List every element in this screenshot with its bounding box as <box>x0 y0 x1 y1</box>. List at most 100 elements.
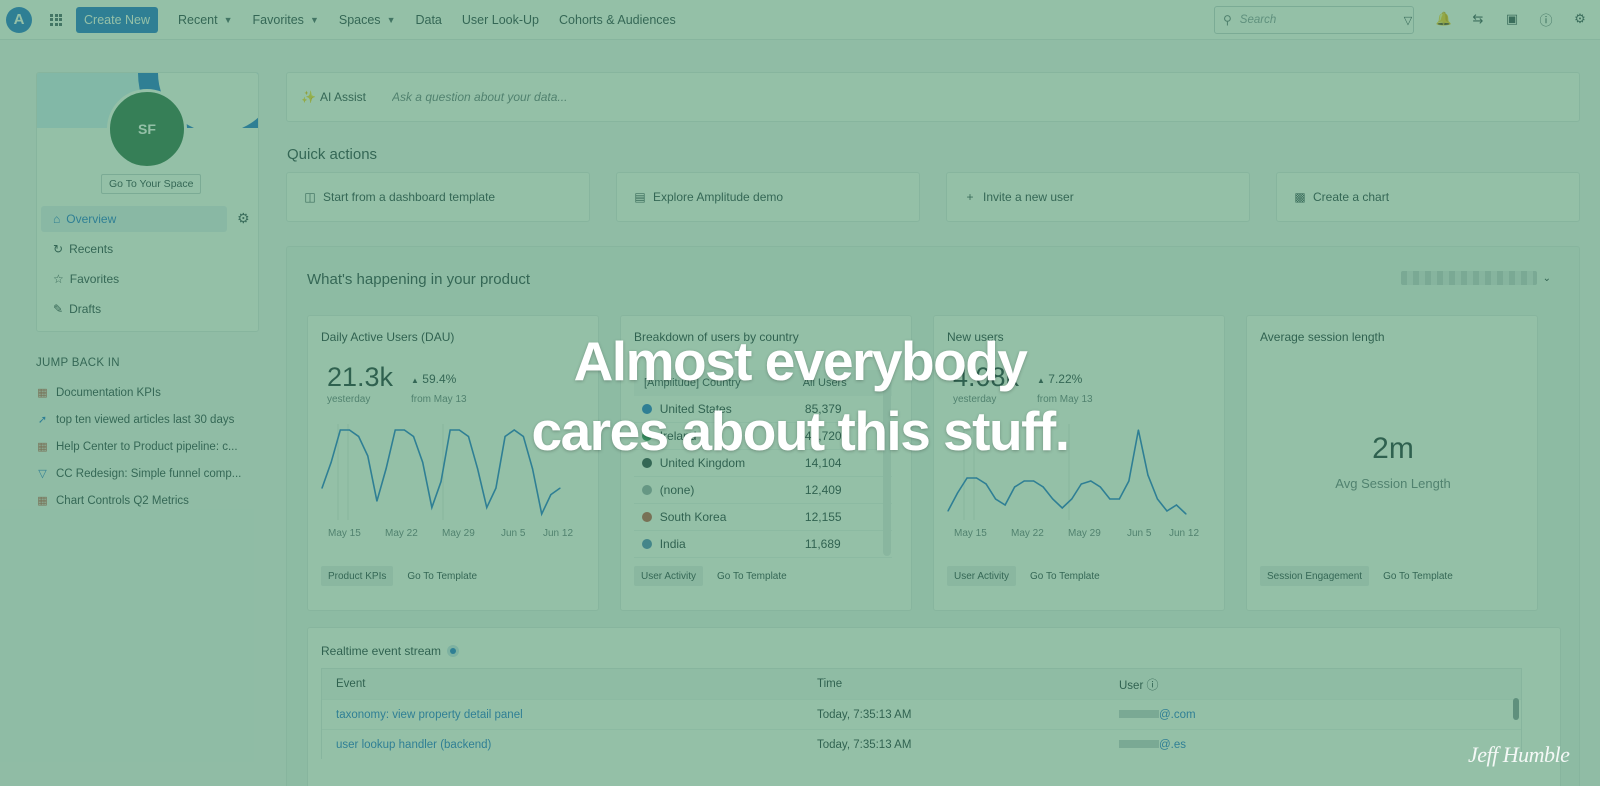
live-indicator-icon <box>447 645 460 657</box>
overlay-caption: Almost everybody cares about this stuff. <box>531 330 1070 462</box>
data-point <box>1014 486 1016 488</box>
legend-dot-icon <box>642 539 652 549</box>
data-point <box>1156 498 1159 500</box>
user-activity-tag[interactable]: User Activity <box>947 566 1017 586</box>
data-point <box>1004 504 1006 506</box>
sidebar-item-drafts[interactable]: ✎ Drafts <box>41 296 227 322</box>
table-row[interactable]: (none) 12,409 <box>634 477 892 504</box>
table-row[interactable]: South Korea 12,155 <box>634 504 892 531</box>
sidebar-item-recents[interactable]: ↻ Recents <box>41 236 227 262</box>
redacted-text <box>1119 740 1159 749</box>
realtime-table: Event Time User ⓘ taxonomy: view propert… <box>321 668 1522 759</box>
data-point <box>440 481 442 483</box>
list-item[interactable]: ▦ Chart Controls Q2 Metrics <box>36 487 261 514</box>
data-point <box>1147 474 1149 476</box>
data-point <box>1099 486 1101 488</box>
data-point <box>1042 486 1044 488</box>
realtime-stream: Realtime event stream Event Time User ⓘ … <box>307 627 1561 786</box>
go-to-template-link[interactable]: Go To Template <box>717 571 787 582</box>
template-icon: ◫ <box>304 190 316 204</box>
data-point <box>1118 498 1120 500</box>
data-point <box>541 513 543 515</box>
data-point <box>486 506 488 509</box>
search-box: ⚲ ▽ <box>1214 6 1414 34</box>
info-icon[interactable]: ⓘ <box>1146 678 1158 692</box>
notifications-icon[interactable]: 🔔 <box>1436 11 1452 27</box>
nav-user-lookup[interactable]: User Look-Up <box>462 13 539 27</box>
project-select[interactable]: ⌄ <box>1400 271 1551 285</box>
settings-gear-icon[interactable]: ⚙ <box>1572 11 1588 27</box>
x-tick-label: May 29 <box>442 528 475 539</box>
apps-grid-icon[interactable] <box>50 13 62 26</box>
data-point <box>1033 480 1035 482</box>
x-tick-label: May 22 <box>1011 528 1044 539</box>
product-panel-title: What's happening in your product <box>307 271 531 288</box>
x-tick-label: May 15 <box>954 528 987 539</box>
nav-favorites[interactable]: Favorites ▼ <box>253 13 319 27</box>
new-users-x-axis: May 15 May 22 May 29 Jun 5 Jun 12 <box>934 528 1226 542</box>
refresh-icon: ↻ <box>53 242 64 256</box>
transfer-icon[interactable]: ⇆ <box>1470 11 1486 27</box>
help-icon[interactable]: ⓘ <box>1538 11 1554 28</box>
session-engagement-tag[interactable]: Session Engagement <box>1260 566 1370 586</box>
go-to-template-link[interactable]: Go To Template <box>1383 571 1453 582</box>
create-new-button[interactable]: Create New <box>76 6 158 33</box>
star-icon: ☆ <box>53 272 64 286</box>
x-tick-label: Jun 5 <box>501 528 526 539</box>
dashboard-template-button[interactable]: ◫ Start from a dashboard template <box>286 172 590 222</box>
filter-icon[interactable]: ▽ <box>1404 14 1412 27</box>
product-kpis-tag[interactable]: Product KPIs <box>321 566 394 586</box>
avatar[interactable]: SF <box>107 89 187 169</box>
invite-user-button[interactable]: + Invite a new user <box>946 172 1250 222</box>
table-row[interactable]: India 11,689 <box>634 531 892 558</box>
data-point <box>1128 480 1130 482</box>
home-icon: ⌂ <box>53 212 61 226</box>
search-input[interactable] <box>1239 14 1396 26</box>
nav-recent[interactable]: Recent ▼ <box>178 13 233 27</box>
dashboard-icon: ▦ <box>37 495 48 507</box>
session-label: Avg Session Length <box>1335 476 1451 491</box>
quick-actions-row: ◫ Start from a dashboard template ▤ Explor… <box>286 172 1580 222</box>
pencil-icon: ✎ <box>53 302 64 316</box>
realtime-table-header: Event Time User ⓘ <box>322 669 1521 699</box>
ai-assist-input[interactable] <box>391 90 1292 104</box>
legend-dot-icon <box>642 485 652 495</box>
signature: Jeff Humble <box>1468 742 1570 767</box>
nav-spaces[interactable]: Spaces ▼ <box>339 13 396 27</box>
create-chart-button[interactable]: ▩ Create a chart <box>1276 172 1580 222</box>
explore-demo-button[interactable]: ▤ Explore Amplitude demo <box>616 172 920 222</box>
realtime-scrollbar[interactable] <box>1513 698 1519 720</box>
sidebar-item-favorites[interactable]: ☆ Favorites <box>41 266 227 292</box>
side-menu: ⌂ Overview ↻ Recents ☆ Favorites ✎ Drafts ⚙ <box>41 206 256 326</box>
data-point <box>385 468 387 470</box>
go-to-space-button[interactable]: Go To Your Space <box>101 174 202 194</box>
table-row[interactable]: user lookup handler (backend) Today, 7:3… <box>322 729 1521 759</box>
country-name: India <box>659 537 686 551</box>
x-tick-label: May 29 <box>1068 528 1101 539</box>
apps-frame-icon[interactable]: ▣ <box>1504 11 1520 27</box>
x-tick-label: Jun 5 <box>1127 528 1152 539</box>
realtime-title: Realtime event stream <box>321 644 460 658</box>
data-point <box>321 487 323 489</box>
data-point <box>956 492 959 494</box>
go-to-template-link[interactable]: Go To Template <box>1030 571 1100 582</box>
gear-icon[interactable]: ⚙ <box>237 210 250 227</box>
nav-data[interactable]: Data <box>415 13 441 27</box>
amplitude-logo-icon[interactable]: A <box>6 6 32 33</box>
devices-icon: ▤ <box>634 190 646 204</box>
data-point <box>995 498 997 500</box>
quick-actions-title: Quick actions <box>287 146 378 163</box>
table-row[interactable]: taxonomy: view property detail panel Tod… <box>322 699 1521 729</box>
data-point <box>1023 480 1025 482</box>
sidebar-item-overview[interactable]: ⌂ Overview <box>41 206 227 232</box>
data-point <box>559 487 561 489</box>
x-tick-label: Jun 12 <box>1169 528 1200 539</box>
country-value: 12,155 <box>804 510 842 524</box>
go-to-template-link[interactable]: Go To Template <box>407 571 477 582</box>
search-icon: ⚲ <box>1223 13 1232 27</box>
nav-cohorts[interactable]: Cohorts & Audiences <box>559 13 676 27</box>
data-point <box>1090 480 1092 482</box>
user-activity-tag[interactable]: User Activity <box>634 566 704 586</box>
data-point <box>376 500 378 502</box>
chevron-down-icon: ▼ <box>223 14 233 25</box>
